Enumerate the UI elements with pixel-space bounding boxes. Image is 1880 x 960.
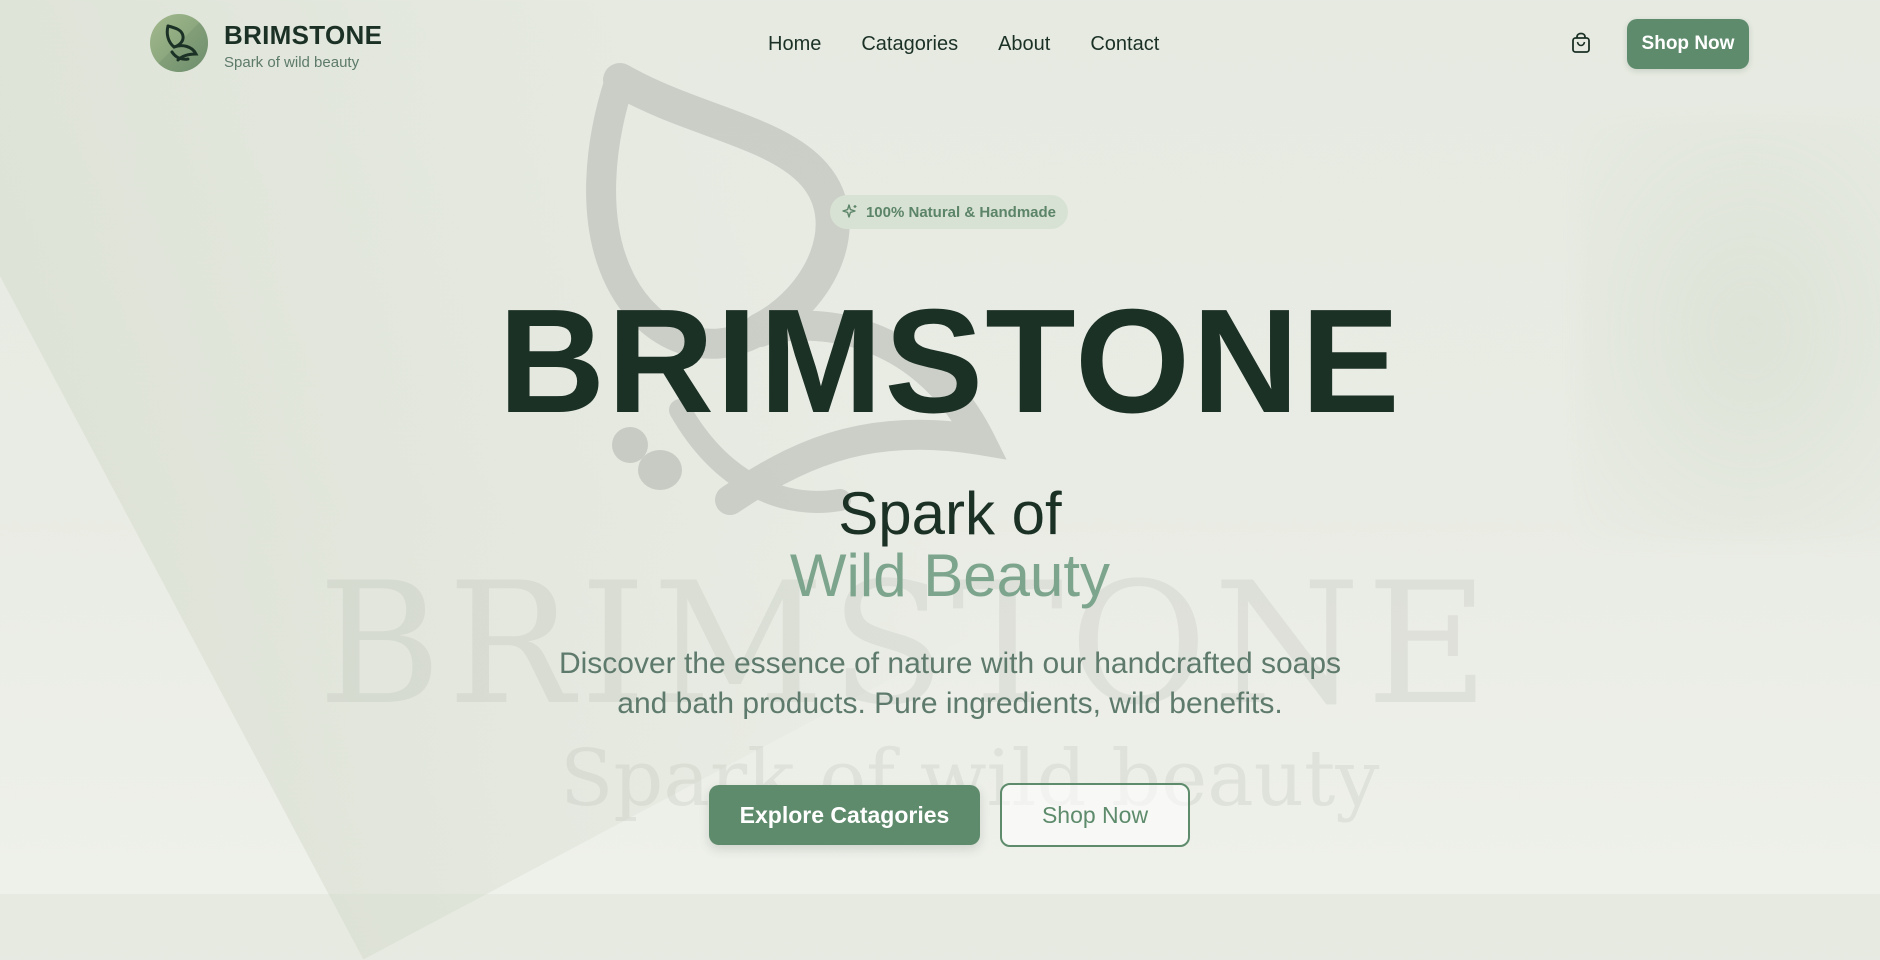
- background-blur-shape: [1580, 120, 1880, 540]
- main-nav: Home Catagories About Contact: [768, 33, 1159, 56]
- badge-text: 100% Natural & Handmade: [865, 203, 1057, 221]
- shopping-bag-icon[interactable]: [1570, 32, 1592, 54]
- nav-home-link[interactable]: Home: [768, 33, 821, 56]
- hero-description: Discover the essence of nature with our …: [558, 647, 1342, 720]
- natural-badge: 100% Natural & Handmade: [830, 195, 1068, 229]
- hero-shop-now-button[interactable]: Shop Now: [1000, 783, 1190, 847]
- nav-contact-link[interactable]: Contact: [1090, 33, 1159, 56]
- hero-headline-line1: Spark of: [838, 480, 1062, 547]
- nav-catagories-link[interactable]: Catagories: [861, 33, 958, 56]
- brand-name[interactable]: BRIMSTONE: [224, 20, 382, 51]
- hero-headline-line2: Wild Beauty: [789, 542, 1111, 609]
- brand-tagline: Spark of wild beauty: [224, 54, 360, 71]
- header-shop-now-button[interactable]: Shop Now: [1627, 19, 1749, 69]
- brand-logo[interactable]: [150, 14, 208, 72]
- site-header: BRIMSTONE Spark of wild beauty Home Cata…: [0, 0, 1880, 90]
- hero-brand-word: BRIMSTONE: [498, 279, 1402, 444]
- nav-about-link[interactable]: About: [998, 33, 1050, 56]
- sparkle-icon: [842, 204, 857, 218]
- explore-catagories-button[interactable]: Explore Catagories: [709, 785, 980, 845]
- butterfly-logo-icon: [150, 14, 208, 72]
